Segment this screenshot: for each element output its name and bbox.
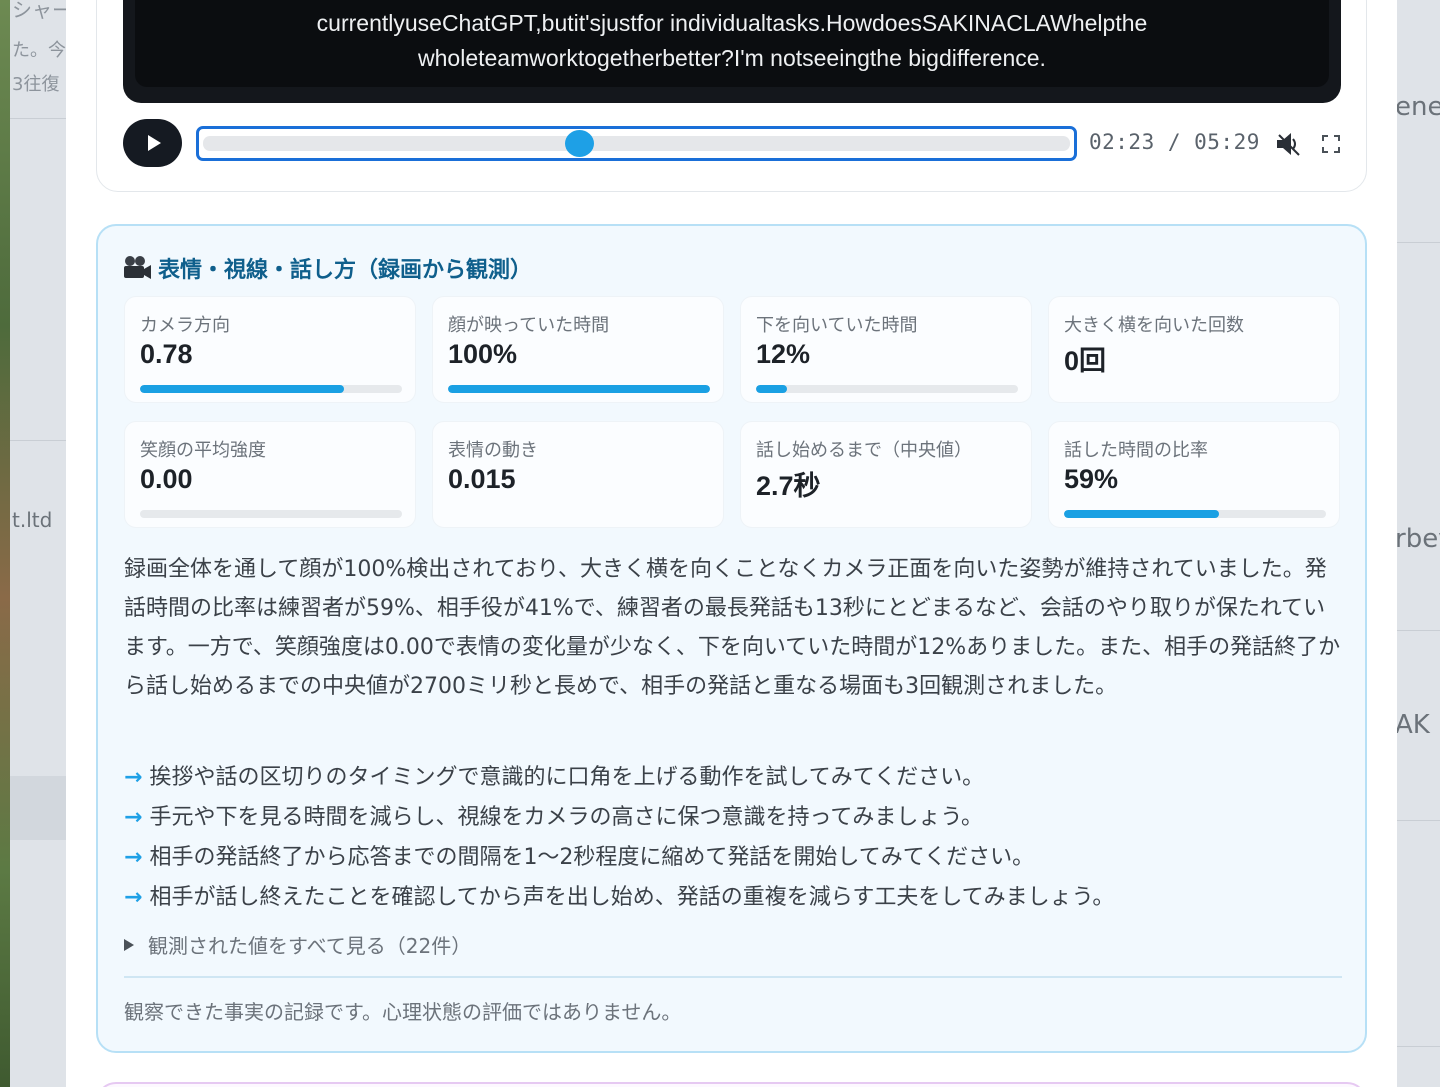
seek-thumb[interactable]: [564, 130, 594, 157]
metric-camera-direction: カメラ方向 0.78: [124, 296, 416, 403]
metric-smile-intensity: 笑顔の平均強度 0.00: [124, 421, 416, 528]
background-page-right: ener rbev AK: [1397, 0, 1440, 1087]
tip-item: → 相手の発話終了から応答までの間隔を1〜2秒程度に縮めて発話を開始してみてくださ…: [124, 838, 1346, 878]
metric-label: 大きく横を向いた回数: [1064, 315, 1244, 336]
metric-face-visible: 顔が映っていた時間 100%: [432, 296, 724, 403]
footnote: 観察できた事実の記録です。心理状態の評価ではありません。: [124, 1000, 682, 1024]
metric-looking-down: 下を向いていた時間 12%: [740, 296, 1032, 403]
arrow-right-icon: →: [124, 805, 143, 830]
arrow-right-icon: →: [124, 765, 143, 790]
volume-icon[interactable]: [1273, 129, 1303, 159]
subtitle-line: wholeteamworktogetherbetter?I'm notseein…: [418, 45, 1046, 71]
background-photo: [0, 0, 10, 1087]
play-icon: [148, 135, 161, 151]
next-section-card: [96, 1082, 1367, 1087]
metric-value: 2.7秒: [756, 471, 821, 501]
details-label: 観測された値をすべて見る（22件）: [148, 934, 472, 958]
video-controls: 02:23 / 05:29: [123, 119, 1341, 169]
seek-track: [203, 136, 1070, 151]
background-text: シャー: [12, 0, 66, 22]
arrow-right-icon: →: [124, 885, 143, 910]
metric-label: 笑顔の平均強度: [140, 440, 266, 461]
metric-turned-away-count: 大きく横を向いた回数 0回: [1048, 296, 1340, 403]
background-text: ener: [1397, 92, 1440, 122]
observation-title: 表情・視線・話し方（録画から観測）: [122, 252, 532, 284]
subtitle-overlay: currentlyuseChatGPT,butit'sjustfor indiv…: [135, 0, 1329, 87]
metric-value: 59%: [1064, 464, 1119, 494]
metric-value: 0.00: [140, 464, 193, 494]
metric-label: 話した時間の比率: [1064, 440, 1208, 461]
metric-bar: [448, 385, 710, 393]
metric-value: 0.78: [140, 339, 193, 369]
observation-panel: 表情・視線・話し方（録画から観測） カメラ方向 0.78 顔が映っていた時間 1…: [96, 224, 1367, 1053]
metric-value: 12%: [756, 339, 811, 369]
metric-label: 話し始めるまで（中央値）: [756, 440, 972, 461]
metric-label: カメラ方向: [140, 315, 230, 336]
metric-talk-ratio: 話した時間の比率 59%: [1048, 421, 1340, 528]
metric-bar: [140, 510, 402, 518]
play-button[interactable]: [123, 119, 182, 167]
tip-item: → 手元や下を見る時間を減らし、視線をカメラの高さに保つ意識を持ってみましょう。: [124, 798, 1346, 838]
seek-bar[interactable]: [196, 126, 1077, 161]
background-text: rbev: [1397, 524, 1440, 554]
video-player[interactable]: currentlyuseChatGPT,butit'sjustfor indiv…: [123, 0, 1341, 103]
background-text: た。今: [12, 40, 66, 61]
details-toggle[interactable]: 観測された値をすべて見る（22件）: [124, 930, 471, 959]
metric-bar: [756, 385, 1018, 393]
metric-label: 表情の動き: [448, 440, 538, 461]
metric-expression-movement: 表情の動き 0.015: [432, 421, 724, 528]
metric-value: 100%: [448, 339, 518, 369]
tip-item: → 挨拶や話の区切りのタイミングで意識的に口角を上げる動作を試してみてください。: [124, 758, 1346, 798]
metric-label: 下を向いていた時間: [756, 315, 918, 336]
video-card: currentlyuseChatGPT,butit'sjustfor indiv…: [96, 0, 1367, 192]
observation-summary: 録画全体を通して顔が100%検出されており、大きく横を向くことなくカメラ正面を向…: [124, 557, 1341, 699]
metric-bar: [1064, 510, 1326, 518]
observation-title-text: 表情・視線・話し方（録画から観測）: [158, 258, 533, 283]
background-text: 3往復: [12, 74, 60, 95]
tips-list: → 挨拶や話の区切りのタイミングで意識的に口角を上げる動作を試してみてください。 …: [124, 758, 1346, 918]
time-display: 02:23 / 05:29: [1089, 130, 1260, 154]
fullscreen-icon[interactable]: [1321, 134, 1341, 154]
tip-item: → 相手が話し終えたことを確認してから声を出し始め、発話の重複を減らす工夫をしてみ…: [124, 878, 1346, 918]
background-text: AK: [1397, 710, 1430, 740]
metric-label: 顔が映っていた時間: [448, 315, 610, 336]
metric-response-latency: 話し始めるまで（中央値） 2.7秒: [740, 421, 1032, 528]
metric-bar: [140, 385, 402, 393]
arrow-right-icon: →: [124, 845, 143, 870]
metric-value: 0回: [1064, 346, 1107, 376]
feedback-modal: currentlyuseChatGPT,butit'sjustfor indiv…: [66, 0, 1397, 1087]
disclosure-triangle-icon: [124, 938, 134, 951]
metric-value: 0.015: [448, 464, 516, 494]
subtitle-line: currentlyuseChatGPT,butit'sjustfor indiv…: [316, 10, 1148, 36]
movie-camera-icon: [124, 256, 151, 279]
background-text: t.ltd: [12, 508, 53, 532]
divider: [124, 976, 1342, 978]
background-page-left: シャー た。今 3往復 t.ltd: [0, 0, 66, 1087]
